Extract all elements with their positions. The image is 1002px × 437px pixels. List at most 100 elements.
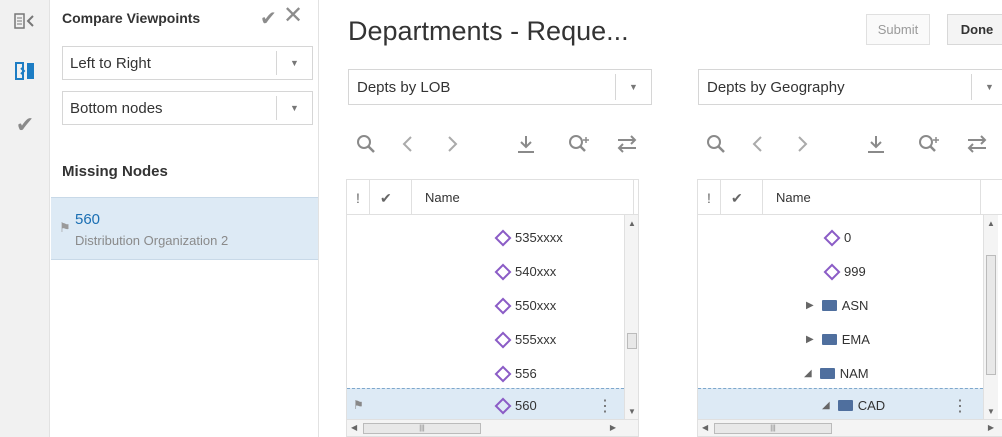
table-row[interactable]: 555xxx xyxy=(347,323,638,357)
scroll-thumb[interactable]: ||| xyxy=(363,423,481,434)
scope-select[interactable]: Bottom nodes ▼ xyxy=(62,91,313,125)
table-row[interactable]: 0 xyxy=(698,221,1002,255)
zoom-add-icon[interactable] xyxy=(918,134,940,158)
left-viewpoint-select[interactable]: Depts by LOB ▼ xyxy=(348,69,652,105)
table-row[interactable]: 556 xyxy=(347,357,638,391)
diamond-node-icon xyxy=(494,397,512,414)
column-header-name[interactable]: Name xyxy=(425,190,460,205)
column-header-name[interactable]: Name xyxy=(776,190,811,205)
collapse-icon[interactable]: ◢ xyxy=(804,368,812,379)
close-icon[interactable]: ✕ xyxy=(283,4,303,28)
scroll-thumb[interactable] xyxy=(986,255,996,375)
node-label: 556 xyxy=(515,366,537,381)
node-label: NAM xyxy=(839,366,869,381)
column-header-check[interactable]: ✔ xyxy=(731,190,743,207)
scroll-up-icon: ▲ xyxy=(987,219,995,228)
vertical-scrollbar[interactable]: ▲ ▼ xyxy=(624,215,638,420)
left-viewpoint-value: Depts by LOB xyxy=(357,78,451,96)
expand-icon[interactable]: ▶ xyxy=(806,334,814,345)
node-label: 999 xyxy=(844,264,866,279)
back-icon[interactable] xyxy=(400,134,414,158)
back-icon[interactable] xyxy=(750,134,764,158)
scope-select-value: Bottom nodes xyxy=(70,99,163,117)
horizontal-scrollbar[interactable]: ◀ ||| ▶ xyxy=(347,419,638,436)
table-row[interactable]: 535xxxx xyxy=(347,221,638,255)
table-row[interactable]: 999 xyxy=(698,255,1002,289)
column-header-check[interactable]: ✔ xyxy=(380,190,392,207)
chevron-down-icon[interactable]: ▼ xyxy=(276,96,312,120)
table-row[interactable]: ▶ EMA xyxy=(698,323,1002,357)
column-divider xyxy=(411,180,412,215)
side-rail: ✔ xyxy=(0,0,50,437)
table-row[interactable]: ◢ NAM xyxy=(698,357,1002,391)
right-hierarchy-grid: ! ✔ Name 0 999 ▶ ASN ▶ EMA ◢ NAM ◢ CAD ⋮ ▲ xyxy=(697,179,1002,437)
download-icon[interactable] xyxy=(516,134,536,158)
direction-select[interactable]: Left to Right ▼ xyxy=(62,46,313,80)
scroll-down-icon: ▼ xyxy=(987,407,995,416)
swap-icon[interactable] xyxy=(966,134,988,158)
right-viewpoint-value: Depts by Geography xyxy=(707,78,845,96)
kebab-icon[interactable]: ⋮ xyxy=(952,396,968,416)
scroll-right-icon: ▶ xyxy=(987,423,994,432)
grid-header: ! ✔ Name xyxy=(698,180,1002,215)
search-icon[interactable] xyxy=(706,134,726,158)
forward-icon[interactable] xyxy=(446,134,460,158)
done-button[interactable]: Done xyxy=(947,14,1002,45)
swap-icon[interactable] xyxy=(616,134,638,158)
column-divider xyxy=(633,180,634,215)
expand-icon[interactable]: ▶ xyxy=(806,300,814,311)
scroll-down-icon: ▼ xyxy=(628,407,636,416)
compare-panel: Compare Viewpoints ✔ ✕ Left to Right ▼ B… xyxy=(51,0,319,437)
table-row[interactable]: 540xxx xyxy=(347,255,638,289)
vertical-scrollbar[interactable]: ▲ ▼ xyxy=(983,215,998,420)
diamond-node-icon xyxy=(494,331,512,348)
compare-panel-title: Compare Viewpoints xyxy=(62,10,201,26)
missing-node-description: Distribution Organization 2 xyxy=(75,233,229,248)
search-icon[interactable] xyxy=(356,134,376,158)
missing-node-item[interactable]: ⚑ 560 Distribution Organization 2 xyxy=(51,197,318,260)
column-divider xyxy=(369,180,370,215)
left-hierarchy-grid: ! ✔ Name 535xxxx 540xxx 550xxx 555xxx 55… xyxy=(346,179,639,437)
apply-check-icon[interactable]: ✔ xyxy=(260,6,277,31)
kebab-icon[interactable]: ⋮ xyxy=(597,396,613,416)
flag-icon: ⚑ xyxy=(353,398,364,412)
column-header-flag[interactable]: ! xyxy=(707,190,711,206)
validate-icon[interactable]: ✔ xyxy=(6,110,44,140)
panel-collapse-icon[interactable] xyxy=(6,6,44,36)
scroll-right-icon: ▶ xyxy=(609,423,616,432)
right-viewpoint-select[interactable]: Depts by Geography ▼ xyxy=(698,69,1002,105)
collapse-icon[interactable]: ◢ xyxy=(822,400,830,411)
chevron-down-icon[interactable]: ▼ xyxy=(615,74,651,100)
table-row[interactable]: 550xxx xyxy=(347,289,638,323)
node-label: 555xxx xyxy=(515,332,557,347)
scroll-thumb[interactable] xyxy=(627,333,637,349)
missing-node-code[interactable]: 560 xyxy=(75,211,100,228)
download-icon[interactable] xyxy=(866,134,886,158)
node-label: 535xxxx xyxy=(515,230,563,245)
column-divider xyxy=(720,180,721,215)
folder-icon xyxy=(821,334,837,345)
diamond-node-icon xyxy=(823,229,841,246)
column-divider xyxy=(980,180,981,215)
scroll-thumb[interactable]: ||| xyxy=(714,423,832,434)
horizontal-scrollbar[interactable]: ◀ ||| ▶ xyxy=(698,419,1002,436)
column-divider xyxy=(762,180,763,215)
compare-icon[interactable] xyxy=(6,56,44,86)
app: ✔ Compare Viewpoints ✔ ✕ Left to Right ▼… xyxy=(0,0,1002,437)
forward-icon[interactable] xyxy=(796,134,810,158)
folder-icon xyxy=(819,368,835,379)
chevron-down-icon[interactable]: ▼ xyxy=(971,74,1002,100)
missing-nodes-heading: Missing Nodes xyxy=(62,163,168,180)
diamond-node-icon xyxy=(823,263,841,280)
flag-icon: ⚑ xyxy=(59,220,71,235)
zoom-add-icon[interactable] xyxy=(568,134,590,158)
table-row[interactable]: ▶ ASN xyxy=(698,289,1002,323)
chevron-down-icon[interactable]: ▼ xyxy=(276,51,312,75)
selected-table-row[interactable]: ⚑ 560 ⋮ xyxy=(347,388,624,422)
submit-button[interactable]: Submit xyxy=(866,14,930,45)
node-label: 540xxx xyxy=(515,264,557,279)
column-header-flag[interactable]: ! xyxy=(356,190,360,206)
selected-table-row[interactable]: ◢ CAD ⋮ xyxy=(698,388,983,422)
page-title: Departments - Reque... xyxy=(348,16,629,46)
diamond-node-icon xyxy=(494,229,512,246)
